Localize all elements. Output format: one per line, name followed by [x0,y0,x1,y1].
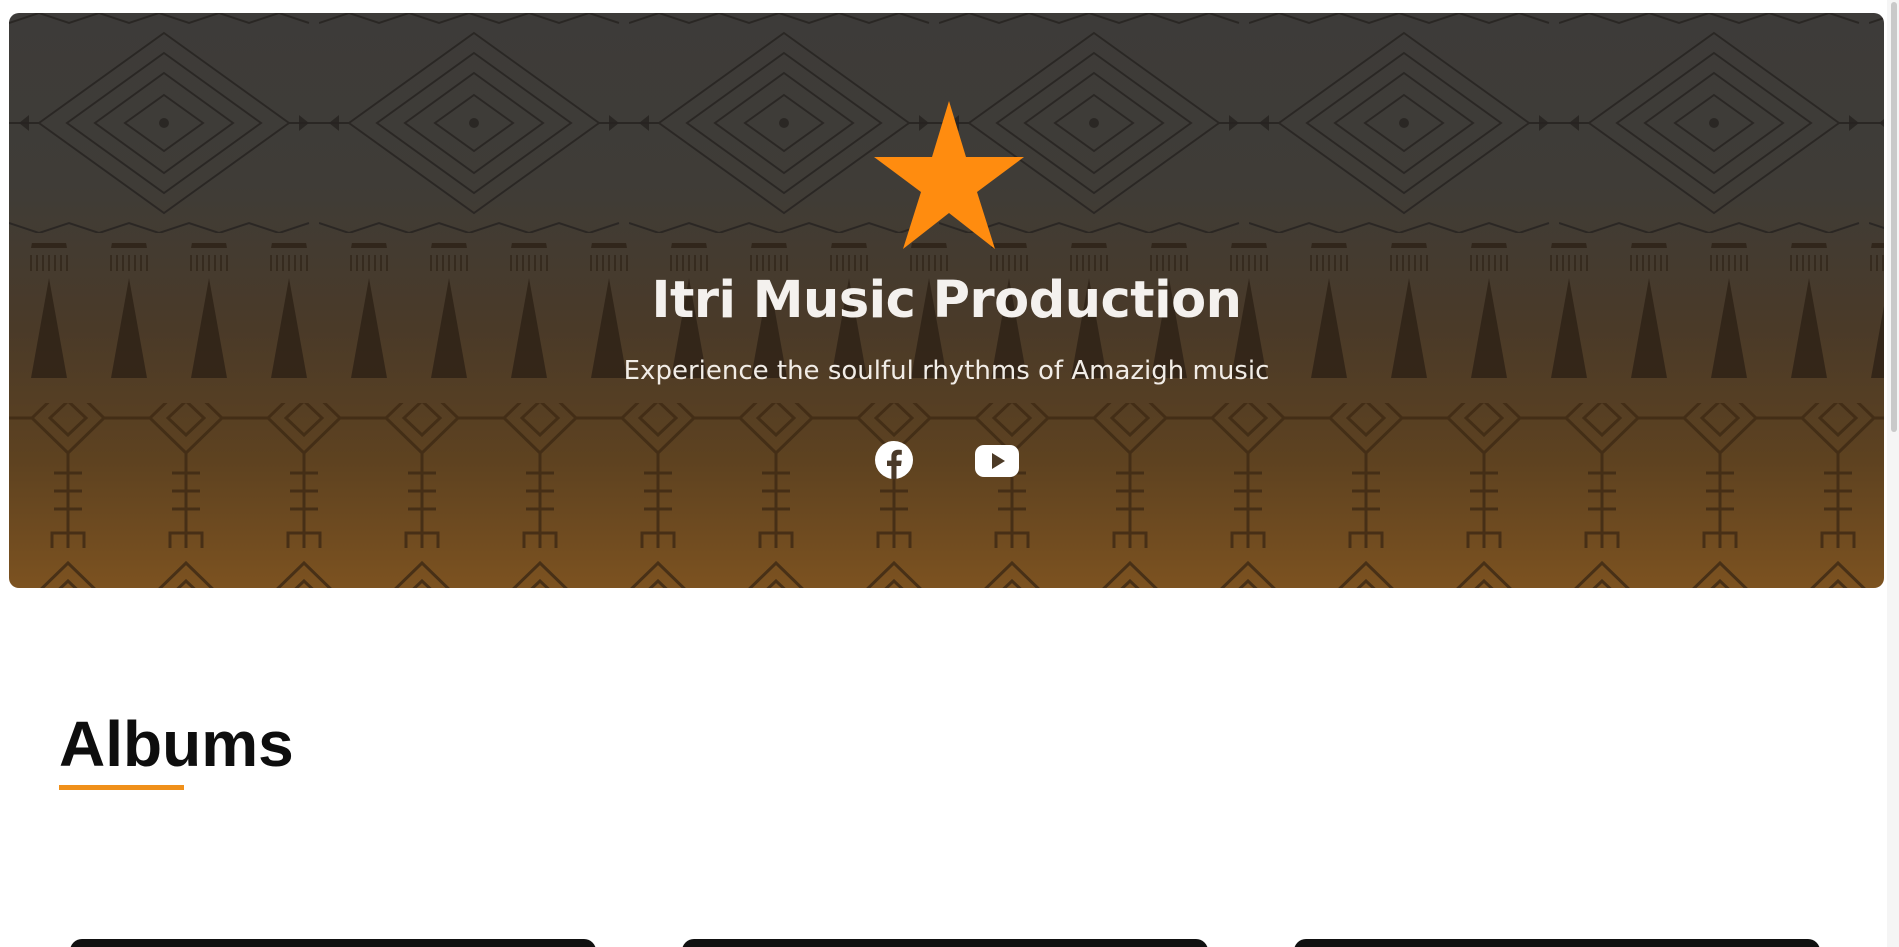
album-card[interactable] [70,939,596,947]
scrollbar[interactable] [1887,0,1899,947]
facebook-icon [875,441,913,479]
album-card[interactable] [682,939,1208,947]
facebook-link[interactable] [873,439,915,481]
albums-heading: Albums [59,708,294,780]
hero-content: Itri Music Production Experience the sou… [9,13,1884,588]
youtube-icon [975,445,1019,477]
album-card[interactable] [1294,939,1820,947]
albums-heading-underline [59,785,184,790]
youtube-link[interactable] [974,439,1020,483]
page: Itri Music Production Experience the sou… [0,0,1899,947]
hero-banner: Itri Music Production Experience the sou… [9,13,1884,588]
scrollbar-thumb[interactable] [1891,2,1897,432]
page-title: Itri Music Production [651,271,1242,330]
star-icon [874,101,1024,249]
hero-subtitle: Experience the soulful rhythms of Amazig… [623,356,1270,386]
social-links [9,439,1884,483]
